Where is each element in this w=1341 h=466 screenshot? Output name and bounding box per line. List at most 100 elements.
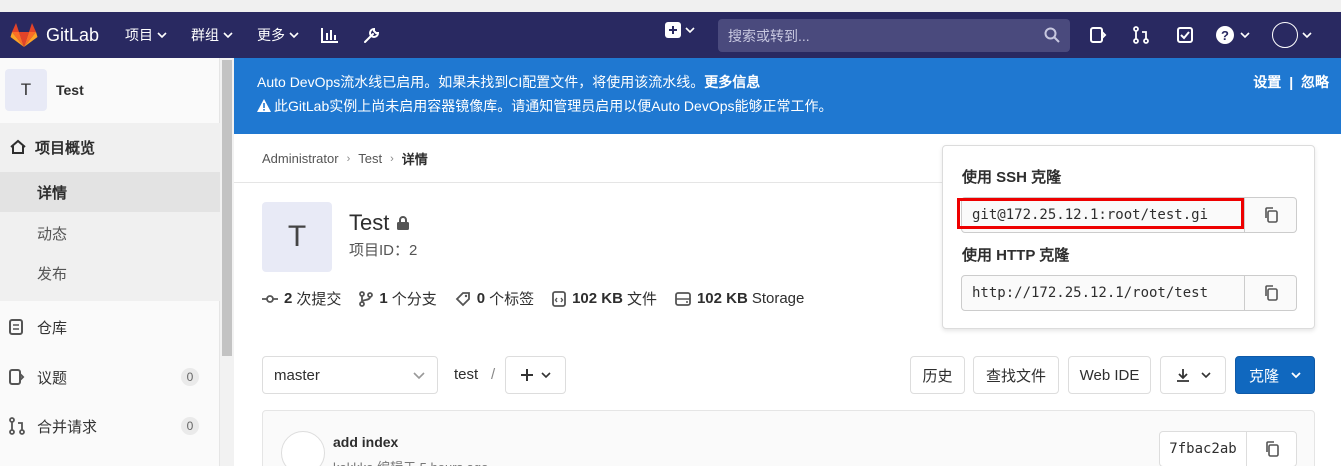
- download-icon: [1177, 369, 1189, 382]
- page-title: Test: [349, 210, 410, 236]
- sidebar-project-header[interactable]: T Test: [0, 58, 220, 122]
- nav-more[interactable]: 更多: [257, 25, 299, 45]
- repo-path-separator: /: [491, 366, 496, 383]
- stat-branches[interactable]: 1 个分支: [359, 288, 437, 309]
- copy-http-url-button[interactable]: [1245, 275, 1297, 311]
- branch-select-value: master: [274, 366, 320, 384]
- stat-files[interactable]: 102 KB 文件: [552, 288, 657, 309]
- banner-ignore-link[interactable]: 忽略: [1301, 74, 1329, 90]
- banner-line-2: 此GitLab实例上尚未启用容器镜像库。请通知管理员启用以便Auto DevOp…: [257, 96, 833, 116]
- clone-ssh-label: 使用 SSH 克隆: [962, 169, 1062, 186]
- clone-button[interactable]: 克隆: [1235, 356, 1315, 394]
- sidebar-item-issues[interactable]: 议题 0: [9, 362, 209, 392]
- highlight-annotation-box: [957, 198, 1244, 229]
- chevron-down-icon: [289, 32, 299, 39]
- commit-meta: kakkka 编辑于 5 hours ago: [333, 457, 488, 466]
- commit-author-avatar[interactable]: [281, 431, 325, 466]
- auto-devops-banner: Auto DevOps流水线已启用。如果未找到CI配置文件，将使用该流水线。更多…: [234, 58, 1341, 134]
- stat-tags-value: 0: [476, 290, 486, 307]
- new-item-button[interactable]: [665, 22, 695, 38]
- banner-settings-link[interactable]: 设置: [1253, 74, 1281, 90]
- chevron-right-icon: ›: [346, 152, 351, 165]
- merge-request-icon: [9, 417, 25, 435]
- stat-storage[interactable]: 102 KB Storage: [675, 290, 804, 307]
- search-input[interactable]: 搜索或转到...: [718, 19, 1070, 52]
- banner-actions: 设置 | 忽略: [1253, 72, 1329, 92]
- sidebar-sub-activity[interactable]: 动态: [37, 223, 67, 244]
- storage-icon: [675, 291, 691, 306]
- nav-more-label: 更多: [257, 27, 286, 43]
- find-file-button[interactable]: 查找文件: [973, 356, 1059, 394]
- last-commit-box: add index kakkka 编辑于 5 hours ago 7fbac2a…: [262, 410, 1315, 466]
- copy-ssh-url-button[interactable]: [1245, 197, 1297, 233]
- project-id-label: 项目ID：: [349, 242, 410, 259]
- breadcrumb-current[interactable]: 详情: [402, 149, 428, 168]
- clone-button-label: 克隆: [1248, 367, 1279, 385]
- issues-icon: [1090, 27, 1107, 43]
- repo-path[interactable]: test: [454, 366, 478, 383]
- avatar: [1272, 22, 1298, 48]
- chevron-down-icon: [1291, 372, 1301, 379]
- todos-nav-button[interactable]: [1176, 12, 1194, 58]
- breadcrumb-project[interactable]: Test: [358, 151, 382, 166]
- stat-branches-label: 个分支: [391, 291, 437, 308]
- sidebar-project-name: Test: [56, 82, 84, 98]
- stat-tags[interactable]: 0 个标签: [455, 288, 534, 309]
- sidebar-issues-label: 议题: [37, 369, 68, 387]
- sidebar-item-repository[interactable]: 仓库: [9, 312, 209, 342]
- sidebar-item-overview[interactable]: 项目概览: [0, 123, 220, 171]
- lock-icon: [397, 216, 410, 230]
- help-nav-button[interactable]: ?: [1216, 12, 1250, 58]
- chevron-down-icon: [685, 27, 695, 34]
- commit-title[interactable]: add index: [333, 434, 398, 450]
- sidebar-scrollbar-thumb[interactable]: [222, 60, 232, 356]
- activity-chart-button[interactable]: [321, 27, 339, 43]
- copy-icon: [1264, 207, 1278, 223]
- sidebar-sub-details[interactable]: 详情: [37, 182, 67, 203]
- sidebar-sub-releases[interactable]: 发布: [37, 263, 67, 284]
- chevron-down-icon: [1240, 32, 1250, 39]
- sidebar-item-merge-requests[interactable]: 合并请求 0: [9, 411, 209, 441]
- nav-projects[interactable]: 项目: [125, 25, 167, 45]
- help-icon: ?: [1216, 26, 1234, 44]
- chevron-down-icon: [1201, 372, 1211, 379]
- banner-line-1: Auto DevOps流水线已启用。如果未找到CI配置文件，将使用该流水线。更多…: [257, 72, 760, 92]
- commit-sha[interactable]: 7fbac2ab: [1159, 431, 1247, 466]
- copy-sha-button[interactable]: [1247, 431, 1297, 466]
- breadcrumb-divider: [234, 182, 942, 183]
- stat-tags-label: 个标签: [489, 291, 535, 308]
- gitlab-fox-icon: [10, 23, 38, 47]
- svg-text:?: ?: [1221, 28, 1229, 43]
- clone-http-url-field[interactable]: http://172.25.12.1/root/test: [961, 275, 1245, 311]
- admin-wrench-button[interactable]: [363, 26, 381, 44]
- banner-line-2-text: 此GitLab实例上尚未启用容器镜像库。请通知管理员启用以便Auto DevOp…: [274, 98, 833, 114]
- gitlab-logo[interactable]: GitLab: [10, 22, 99, 48]
- add-to-tree-button[interactable]: [505, 356, 566, 394]
- plus-icon: [520, 369, 533, 381]
- stat-storage-value: 102 KB: [696, 290, 748, 307]
- search-placeholder: 搜索或转到...: [728, 27, 810, 44]
- nav-groups[interactable]: 群组: [191, 25, 233, 45]
- stat-storage-label: Storage: [751, 290, 805, 307]
- window-top-strip: [0, 0, 1341, 12]
- project-title-text: Test: [349, 210, 390, 235]
- merge-requests-nav-button[interactable]: [1132, 12, 1150, 58]
- chevron-right-icon: ›: [390, 152, 394, 165]
- stat-files-label: 文件: [626, 291, 657, 308]
- plus-square-icon: [665, 22, 681, 38]
- history-button[interactable]: 历史: [910, 356, 965, 394]
- merge-request-icon: [1133, 26, 1149, 44]
- project-id: 项目ID：2: [349, 239, 417, 260]
- branch-select[interactable]: master: [262, 356, 438, 394]
- web-ide-button[interactable]: Web IDE: [1068, 356, 1151, 394]
- banner-more-info-link[interactable]: 更多信息: [704, 74, 760, 90]
- sidebar-repository-label: 仓库: [37, 319, 68, 337]
- user-avatar-button[interactable]: [1272, 12, 1312, 58]
- breadcrumb-admin[interactable]: Administrator: [262, 151, 339, 166]
- issues-nav-button[interactable]: [1089, 12, 1107, 58]
- download-button[interactable]: [1160, 356, 1226, 394]
- stat-commits[interactable]: 2 次提交: [262, 288, 341, 309]
- tag-icon: [455, 291, 470, 306]
- chevron-down-icon: [223, 32, 233, 39]
- issues-icon: [9, 369, 25, 385]
